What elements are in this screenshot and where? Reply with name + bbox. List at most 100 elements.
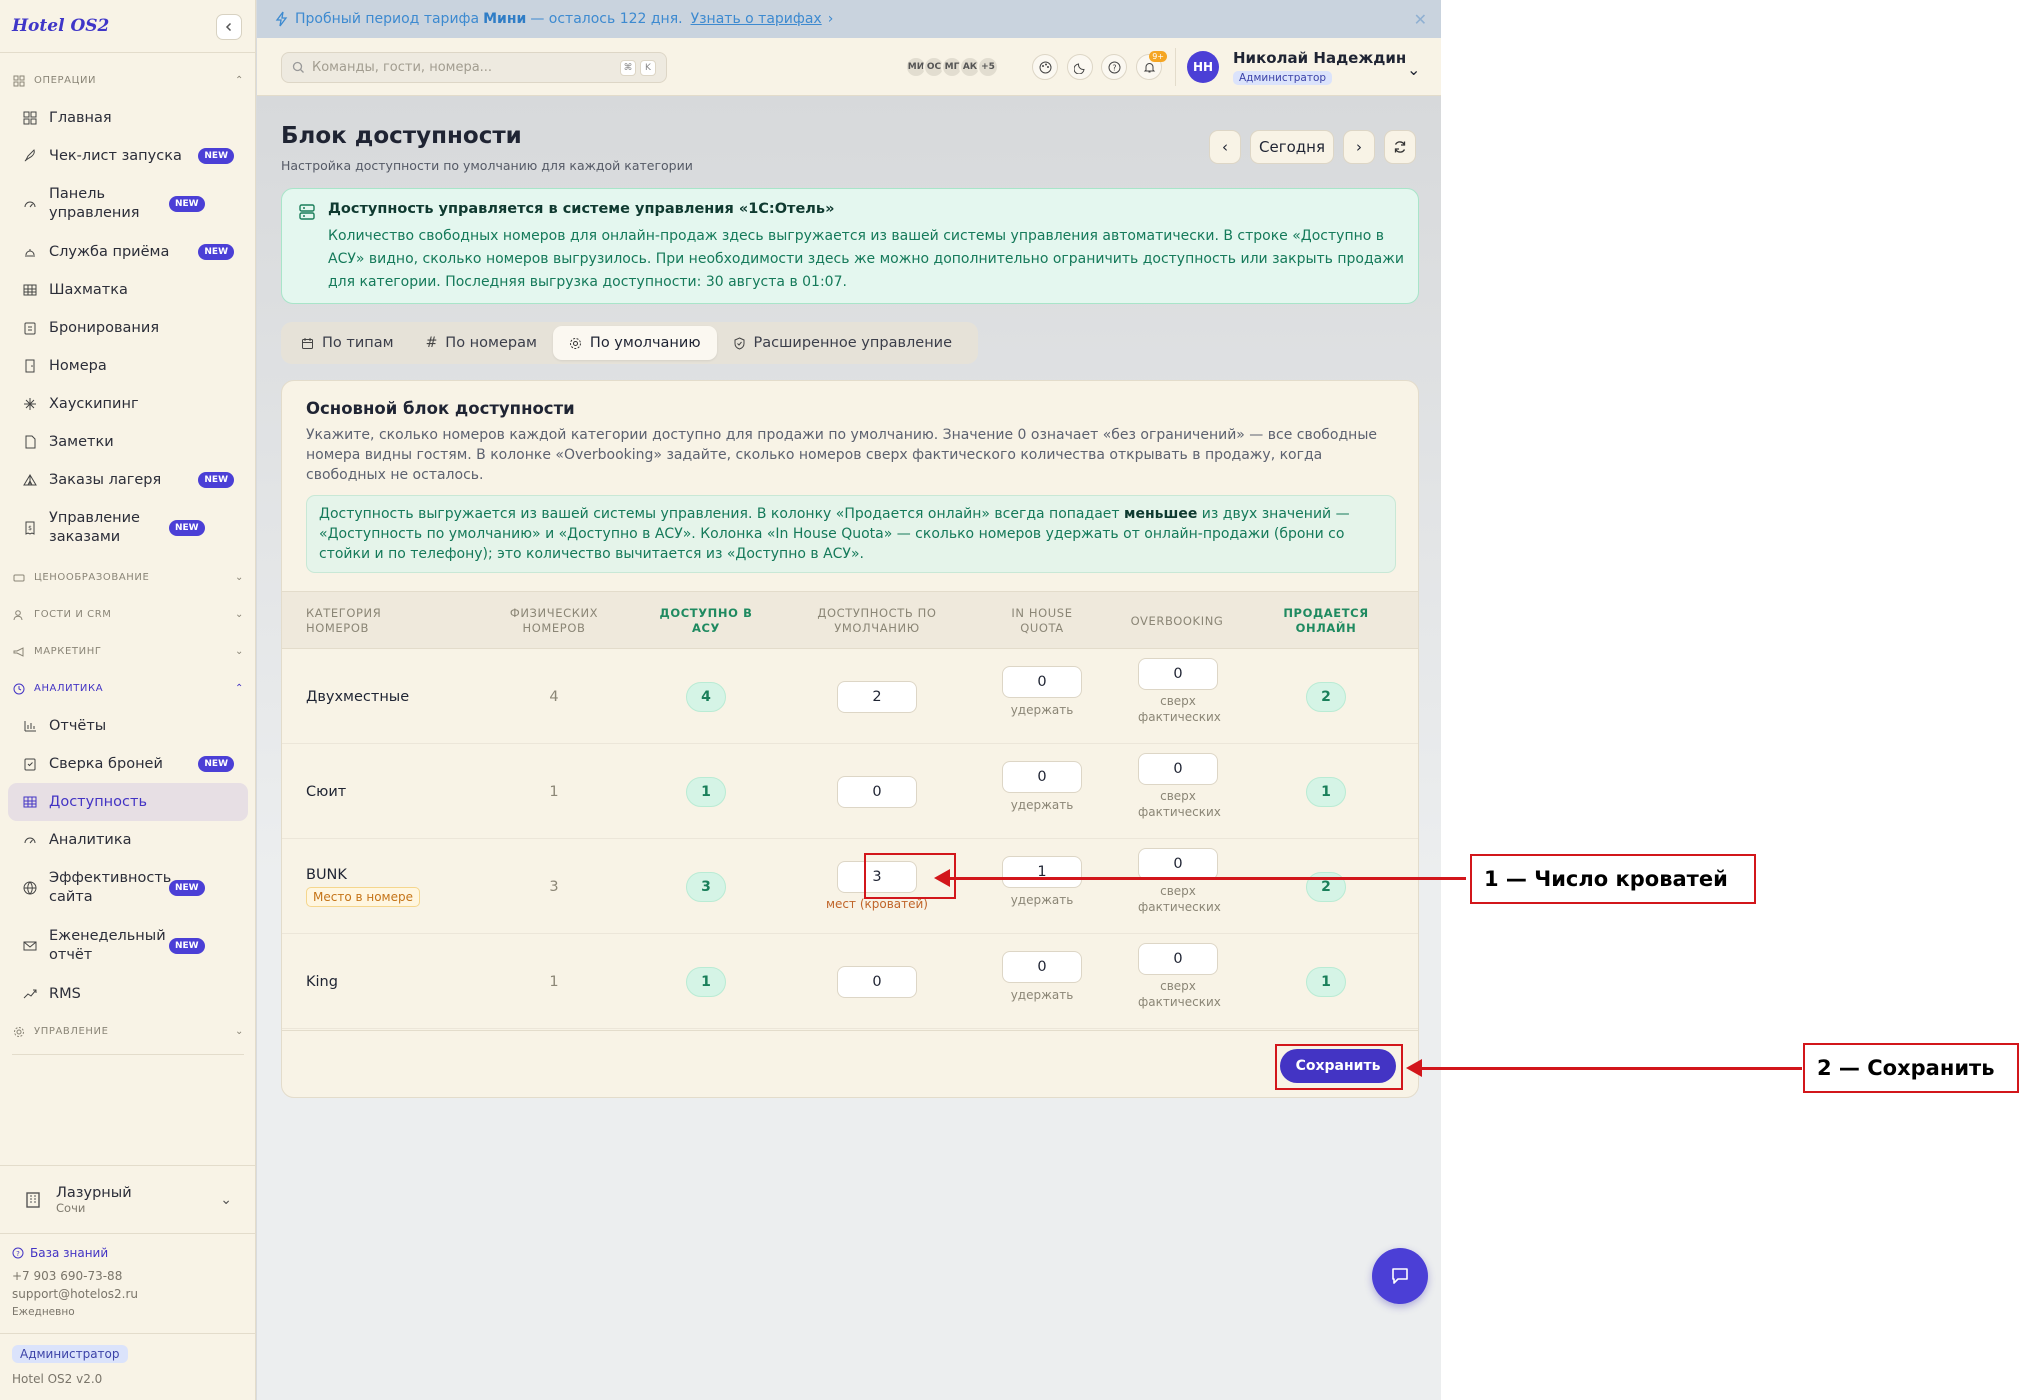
- sidebar-item[interactable]: Бронирования: [8, 309, 248, 347]
- chevron-down-icon: ⌄: [220, 1192, 232, 1208]
- sidebar-footer: ? База знаний +7 903 690-73-88 support@h…: [12, 1243, 244, 1322]
- overbooking-input[interactable]: 0: [1138, 753, 1218, 785]
- over-label: сверх фактических: [1138, 979, 1221, 1009]
- quota-input[interactable]: 1: [1002, 855, 1082, 888]
- user-name[interactable]: Николай Надеждин: [1233, 49, 1406, 67]
- pricing-link[interactable]: Узнать о тарифах: [691, 11, 822, 27]
- overbooking-cell: 0 сверх фактических: [1138, 744, 1221, 839]
- default-availability-input[interactable]: 0: [837, 775, 917, 808]
- sidebar-item[interactable]: Главная: [8, 99, 248, 137]
- search-placeholder: Команды, гости, номера...: [312, 60, 493, 75]
- section-guests[interactable]: ГОСТИ И CRM ⌄: [0, 596, 256, 633]
- gear-icon: [569, 337, 581, 349]
- default-cell: 0: [802, 744, 952, 839]
- section-analytics[interactable]: АНАЛИТИКА ⌃: [0, 670, 256, 707]
- page-subtitle: Настройка доступности по умолчанию для к…: [281, 158, 693, 173]
- sidebar-item-label: Заметки: [49, 433, 114, 450]
- default-availability-input[interactable]: 2: [837, 680, 917, 713]
- sidebar-item[interactable]: Эффективность сайта NEW: [8, 859, 248, 917]
- next-button[interactable]: ›: [1343, 130, 1375, 164]
- availability-card: Основной блок доступности Укажите, сколь…: [281, 380, 1419, 1098]
- save-button[interactable]: Сохранить: [1280, 1049, 1396, 1083]
- sidebar-item[interactable]: Отчёты: [8, 707, 248, 745]
- search-icon: [292, 61, 304, 73]
- overbooking-input[interactable]: 0: [1138, 848, 1218, 880]
- prev-button[interactable]: ‹: [1209, 130, 1241, 164]
- user-avatar[interactable]: НН: [1187, 51, 1219, 83]
- gauge-icon: [22, 196, 38, 212]
- knowledge-base-link[interactable]: ? База знаний: [12, 1243, 244, 1263]
- shortcut-hint: ⌘ K: [620, 59, 656, 76]
- notifications-button[interactable]: 9+: [1136, 51, 1167, 80]
- quota-cell: 1 удержать: [1002, 839, 1082, 934]
- sidebar-item[interactable]: Панель управления NEW: [8, 175, 248, 233]
- section-pricing[interactable]: ЦЕНООБРАЗОВАНИЕ ⌄: [0, 559, 256, 596]
- sidebar-item[interactable]: Хаускипинг: [8, 385, 248, 423]
- quota-input[interactable]: 0: [1002, 950, 1082, 983]
- table-row: Сюит 1 1 0 0 удержать 0 сверх фактических 1: [282, 744, 1418, 839]
- today-button[interactable]: Сегодня: [1250, 130, 1334, 164]
- sidebar-nav: ОПЕРАЦИИ ⌃ Главная Чек-лист запуска NEW Пан…: [0, 62, 256, 1055]
- app-logo[interactable]: Hotel OS2: [12, 16, 109, 36]
- col-overbooking: OVERBOOKING: [1130, 613, 1224, 628]
- team-avatars[interactable]: МИ ОС МГ АК +5: [905, 56, 999, 78]
- chevron-down-icon[interactable]: ⌄: [1407, 60, 1420, 79]
- divider: [0, 1165, 256, 1166]
- sidebar-item[interactable]: $ Управление заказами NEW: [8, 499, 248, 557]
- sidebar-item[interactable]: RMS: [8, 975, 248, 1013]
- sidebar-item[interactable]: Служба приёма NEW: [8, 233, 248, 271]
- section-label: МАРКЕТИНГ: [34, 646, 102, 657]
- overbooking-input[interactable]: 0: [1138, 943, 1218, 975]
- section-marketing[interactable]: МАРКЕТИНГ ⌄: [0, 633, 256, 670]
- search-input[interactable]: Команды, гости, номера... ⌘ K: [281, 52, 667, 83]
- sidebar-item[interactable]: Заказы лагеря NEW: [8, 461, 248, 499]
- refresh-button[interactable]: [1384, 130, 1416, 164]
- sidebar-item[interactable]: Заметки: [8, 423, 248, 461]
- hold-label: удержать: [1010, 892, 1074, 907]
- main-area: Пробный период тарифа Мини — осталось 12…: [257, 0, 1441, 1400]
- server-icon: [299, 204, 315, 220]
- quota-input[interactable]: 0: [1002, 760, 1082, 793]
- default-availability-input[interactable]: 0: [837, 965, 917, 998]
- tab-label: По умолчанию: [589, 335, 701, 351]
- close-icon[interactable]: ✕: [1414, 10, 1427, 29]
- chat-button[interactable]: [1372, 1248, 1428, 1304]
- sidebar-item[interactable]: Сверка броней NEW: [8, 745, 248, 783]
- sidebar-item[interactable]: Шахматка: [8, 271, 248, 309]
- quota-input[interactable]: 0: [1002, 665, 1082, 698]
- support-email[interactable]: support@hotelos2.ru: [12, 1284, 244, 1304]
- sidebar: Hotel OS2 ОПЕРАЦИИ ⌃ Главная Чек-лист зап…: [0, 0, 256, 1400]
- notification-count: 9+: [1149, 51, 1167, 62]
- note-emphasis: меньшее: [1124, 506, 1198, 522]
- category-name: BUNK Место в номере: [306, 867, 420, 907]
- sidebar-item[interactable]: Еженедельный отчёт NEW: [8, 917, 248, 975]
- sidebar-collapse-button[interactable]: [216, 14, 242, 40]
- tab-default[interactable]: По умолчанию: [552, 326, 717, 360]
- online-cell: 1: [1276, 744, 1376, 839]
- sidebar-item[interactable]: Аналитика: [8, 821, 248, 859]
- sidebar-item[interactable]: Номера: [8, 347, 248, 385]
- tab-by-rooms[interactable]: # По номерам: [410, 326, 553, 360]
- section-management[interactable]: УПРАВЛЕНИЕ ⌄: [0, 1013, 256, 1050]
- sidebar-item-label: Главная: [49, 109, 112, 126]
- sidebar-item-label: Хаускипинг: [49, 395, 139, 412]
- table-header: КАТЕГОРИЯ НОМЕРОВ ФИЗИЧЕСКИХ НОМЕРОВ ДОС…: [282, 591, 1418, 649]
- clipboard-icon: [22, 320, 38, 336]
- theme-palette-button[interactable]: [1032, 54, 1058, 80]
- overbooking-input[interactable]: 0: [1138, 658, 1218, 690]
- annotation-arrow-line: [1418, 1067, 1802, 1070]
- support-phone[interactable]: +7 903 690-73-88: [12, 1266, 244, 1286]
- hold-label: удержать: [1010, 987, 1074, 1002]
- physical-count: 4: [549, 688, 559, 705]
- help-button[interactable]: ?: [1101, 54, 1127, 80]
- sidebar-item[interactable]: Доступность: [8, 783, 248, 821]
- gauge-icon: [22, 832, 38, 848]
- sidebar-item[interactable]: Чек-лист запуска NEW: [8, 137, 248, 175]
- dark-mode-button[interactable]: [1067, 54, 1093, 80]
- door-icon: [22, 358, 38, 374]
- hotel-switcher[interactable]: Лазурный Сочи ⌄: [12, 1172, 244, 1228]
- category-label: King: [306, 973, 338, 990]
- tab-advanced[interactable]: Расширенное управление: [717, 326, 969, 360]
- section-operations[interactable]: ОПЕРАЦИИ ⌃: [0, 62, 256, 99]
- tab-by-types[interactable]: По типам: [285, 326, 410, 360]
